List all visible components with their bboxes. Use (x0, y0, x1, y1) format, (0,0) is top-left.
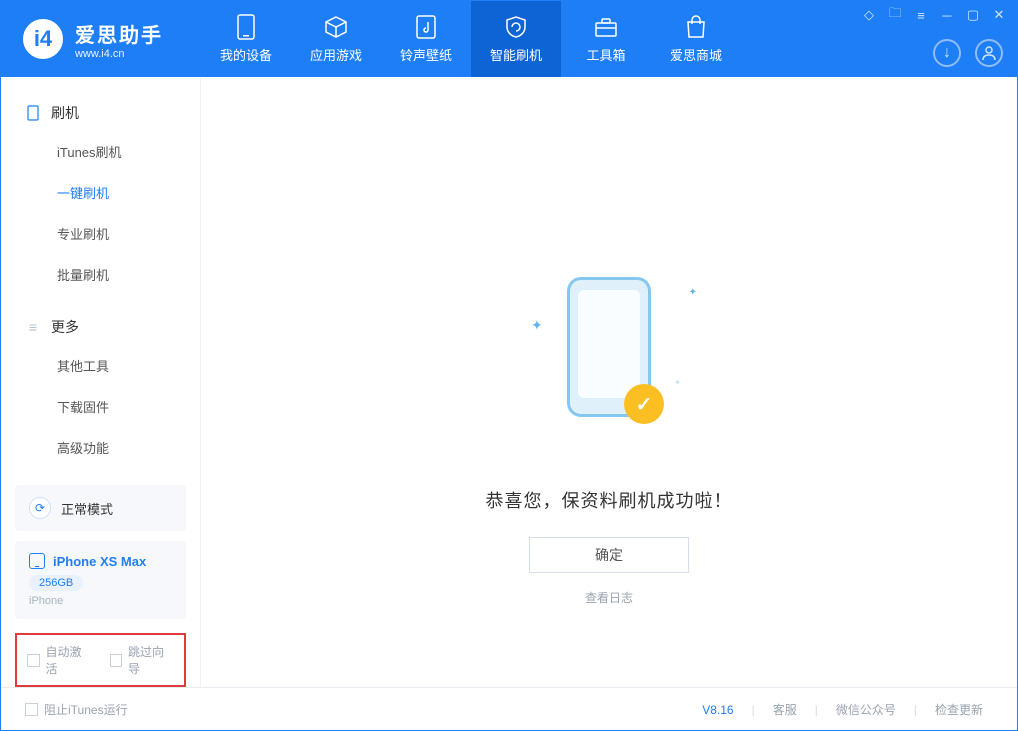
device-type: iPhone (29, 595, 172, 607)
mode-card[interactable]: ⟳ 正常模式 (15, 485, 186, 531)
lock-icon[interactable]: 🗀 (887, 7, 903, 23)
check-badge-icon: ✓ (624, 384, 664, 424)
device-phone-icon (29, 553, 45, 569)
sidebar-item-other-tools[interactable]: 其他工具 (1, 345, 200, 386)
sidebar-item-oneclick-flash[interactable]: 一键刷机 (1, 172, 200, 213)
refresh-shield-icon (503, 14, 529, 40)
options-row: 自动激活 跳过向导 (15, 633, 186, 687)
sidebar: 刷机 iTunes刷机 一键刷机 专业刷机 批量刷机 ≡ 更多 其他工具 下载固… (1, 77, 201, 687)
nav: 我的设备 应用游戏 铃声壁纸 智能刷机 工具箱 爱思商城 (201, 1, 741, 77)
header-right: ↓ (933, 39, 1003, 67)
maximize-button[interactable]: ▢ (965, 7, 981, 23)
sidebar-item-advanced[interactable]: 高级功能 (1, 427, 200, 468)
success-illustration: ✦ ✦ ✦ ✓ (567, 277, 651, 417)
minimize-button[interactable]: ─ (939, 7, 955, 23)
checkbox-icon (110, 654, 123, 667)
logo-text: 爱思助手 www.i4.cn (75, 19, 163, 60)
toolbox-icon (593, 14, 619, 40)
nav-label: 铃声壁纸 (400, 45, 452, 64)
phone-illustration-icon: ✓ (567, 277, 651, 417)
footer: 阻止iTunes运行 V8.16 | 客服 | 微信公众号 | 检查更新 (1, 687, 1017, 731)
phone-icon (233, 14, 259, 40)
sidebar-group-flash: 刷机 (1, 95, 200, 131)
sparkle-icon: ✦ (689, 287, 697, 298)
success-message: 恭喜您，保资料刷机成功啦！ (486, 487, 733, 513)
mode-label: 正常模式 (61, 499, 113, 518)
sidebar-item-itunes-flash[interactable]: iTunes刷机 (1, 131, 200, 172)
device-card[interactable]: iPhone XS Max 256GB iPhone (15, 541, 186, 619)
sidebar-item-pro-flash[interactable]: 专业刷机 (1, 213, 200, 254)
nav-flash[interactable]: 智能刷机 (471, 1, 561, 77)
nav-label: 应用游戏 (310, 45, 362, 64)
bag-icon (683, 14, 709, 40)
nav-toolbox[interactable]: 工具箱 (561, 1, 651, 77)
device-name-row: iPhone XS Max (29, 553, 172, 569)
footer-update-link[interactable]: 检查更新 (925, 701, 993, 718)
sidebar-group-label: 刷机 (51, 103, 79, 123)
nav-apps[interactable]: 应用游戏 (291, 1, 381, 77)
list-icon: ≡ (25, 319, 41, 335)
download-icon[interactable]: ↓ (933, 39, 961, 67)
music-file-icon (413, 14, 439, 40)
titlebar-controls: ◇ 🗀 ≡ ─ ▢ ✕ (861, 7, 1007, 23)
separator: | (815, 703, 818, 717)
separator: | (752, 703, 755, 717)
sparkle-icon: ✦ (674, 378, 681, 387)
footer-wechat-link[interactable]: 微信公众号 (826, 701, 906, 718)
option-label: 跳过向导 (128, 643, 174, 677)
user-icon[interactable] (975, 39, 1003, 67)
sidebar-item-batch-flash[interactable]: 批量刷机 (1, 254, 200, 295)
phone-small-icon (25, 105, 41, 121)
view-log-link[interactable]: 查看日志 (585, 589, 633, 606)
version-label: V8.16 (702, 703, 733, 717)
mode-icon: ⟳ (29, 497, 51, 519)
phone-screen (578, 290, 640, 398)
device-name: iPhone XS Max (53, 554, 146, 569)
menu-icon[interactable]: ≡ (913, 7, 929, 23)
nav-label: 工具箱 (586, 45, 625, 64)
footer-left: 阻止iTunes运行 (25, 701, 128, 718)
header: i4 爱思助手 www.i4.cn 我的设备 应用游戏 铃声壁纸 智能刷机 工具… (1, 1, 1017, 77)
nav-my-device[interactable]: 我的设备 (201, 1, 291, 77)
nav-store[interactable]: 爱思商城 (651, 1, 741, 77)
shirt-icon[interactable]: ◇ (861, 7, 877, 23)
option-auto-activate[interactable]: 自动激活 (27, 643, 92, 677)
footer-right: V8.16 | 客服 | 微信公众号 | 检查更新 (702, 701, 993, 718)
app-url: www.i4.cn (75, 48, 163, 60)
logo-icon: i4 (23, 19, 63, 59)
option-label: 自动激活 (46, 643, 92, 677)
main: ✦ ✦ ✦ ✓ 恭喜您，保资料刷机成功啦！ 确定 查看日志 (201, 77, 1017, 687)
option-skip-guide[interactable]: 跳过向导 (110, 643, 175, 677)
ok-button[interactable]: 确定 (529, 537, 689, 573)
sparkle-icon: ✦ (531, 317, 543, 334)
footer-support-link[interactable]: 客服 (763, 701, 807, 718)
checkbox-icon (27, 654, 40, 667)
option-label: 阻止iTunes运行 (44, 701, 128, 718)
nav-label: 爱思商城 (670, 45, 722, 64)
device-storage: 256GB (29, 575, 83, 591)
nav-label: 我的设备 (220, 45, 272, 64)
sidebar-group-label: 更多 (51, 317, 79, 337)
nav-ringtones[interactable]: 铃声壁纸 (381, 1, 471, 77)
checkbox-icon (25, 703, 38, 716)
app-name: 爱思助手 (75, 19, 163, 48)
option-block-itunes[interactable]: 阻止iTunes运行 (25, 701, 128, 718)
sidebar-group-more: ≡ 更多 (1, 309, 200, 345)
sidebar-item-download-firmware[interactable]: 下载固件 (1, 386, 200, 427)
body: 刷机 iTunes刷机 一键刷机 专业刷机 批量刷机 ≡ 更多 其他工具 下载固… (1, 77, 1017, 687)
logo-area: i4 爱思助手 www.i4.cn (1, 1, 201, 77)
close-button[interactable]: ✕ (991, 7, 1007, 23)
separator: | (914, 703, 917, 717)
cube-icon (323, 14, 349, 40)
nav-label: 智能刷机 (490, 45, 542, 64)
